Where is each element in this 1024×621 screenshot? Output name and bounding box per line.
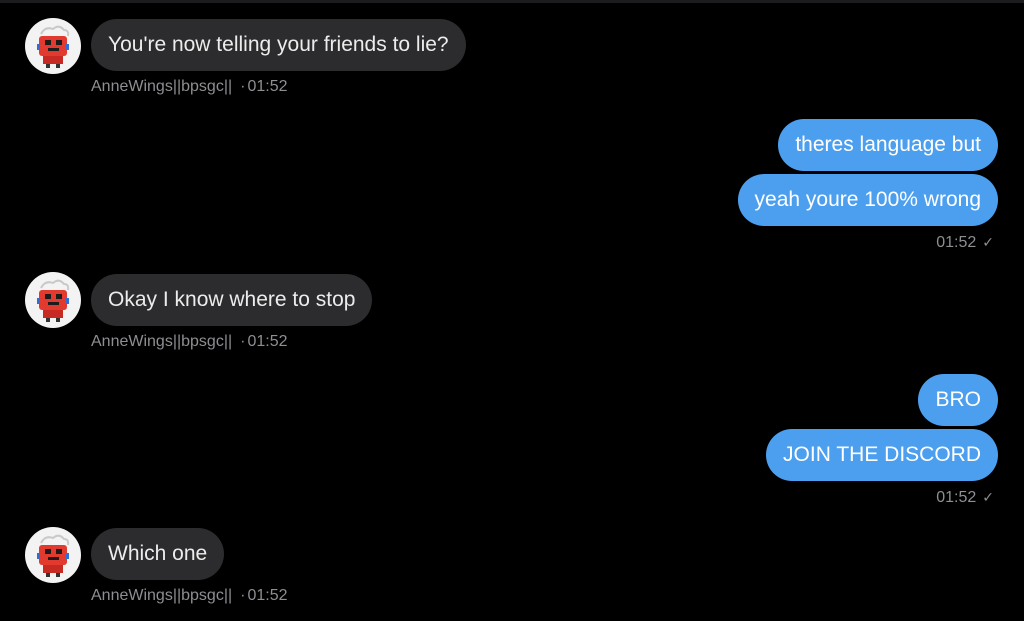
message-text: theres language but [795, 133, 981, 156]
message-text: Which one [108, 542, 208, 565]
message-time: 01:52 [936, 234, 977, 251]
outgoing-message-bubble[interactable]: theres language but [778, 119, 998, 171]
message-meta: AnneWings||bpsgc|| · 01:52 [91, 332, 288, 352]
outgoing-message-bubble[interactable]: JOIN THE DISCORD [766, 429, 998, 481]
chat-screen: You're now telling your friends to lie? … [0, 0, 1024, 621]
outgoing-message-bubble[interactable]: BRO [918, 374, 998, 426]
meta-separator: · [240, 587, 246, 604]
outgoing-message-bubble[interactable]: yeah youre 100% wrong [737, 174, 998, 226]
meta-separator: · [240, 78, 246, 95]
message-time: 01:52 [247, 78, 288, 95]
message-meta: 01:52 ✓ [936, 487, 994, 508]
incoming-message-bubble[interactable]: You're now telling your friends to lie? [91, 19, 466, 71]
message-meta: 01:52 ✓ [936, 232, 994, 253]
checkmark-icon: ✓ [982, 489, 994, 505]
message-text: You're now telling your friends to lie? [108, 33, 449, 56]
message-meta: AnneWings||bpsgc|| · 01:52 [91, 586, 288, 606]
message-text: yeah youre 100% wrong [754, 188, 981, 211]
avatar[interactable] [25, 272, 81, 328]
message-text: JOIN THE DISCORD [783, 443, 981, 466]
message-text: Okay I know where to stop [108, 288, 356, 311]
red-robot-avatar-icon [26, 19, 80, 73]
sender-name: AnneWings||bpsgc|| [91, 333, 233, 350]
message-meta: AnneWings||bpsgc|| · 01:52 [91, 77, 288, 97]
incoming-message-bubble[interactable]: Okay I know where to stop [91, 274, 373, 326]
red-robot-avatar-icon [26, 528, 80, 582]
red-robot-avatar-icon [26, 273, 80, 327]
message-time: 01:52 [247, 333, 288, 350]
incoming-message-bubble[interactable]: Which one [91, 528, 225, 580]
top-divider [0, 0, 1024, 3]
meta-separator: · [240, 333, 246, 350]
message-time: 01:52 [936, 489, 977, 506]
checkmark-icon: ✓ [982, 234, 994, 250]
message-time: 01:52 [247, 587, 288, 604]
sender-name: AnneWings||bpsgc|| [91, 587, 233, 604]
avatar[interactable] [25, 527, 81, 583]
sender-name: AnneWings||bpsgc|| [91, 78, 233, 95]
message-text: BRO [935, 388, 981, 411]
avatar[interactable] [25, 18, 81, 74]
